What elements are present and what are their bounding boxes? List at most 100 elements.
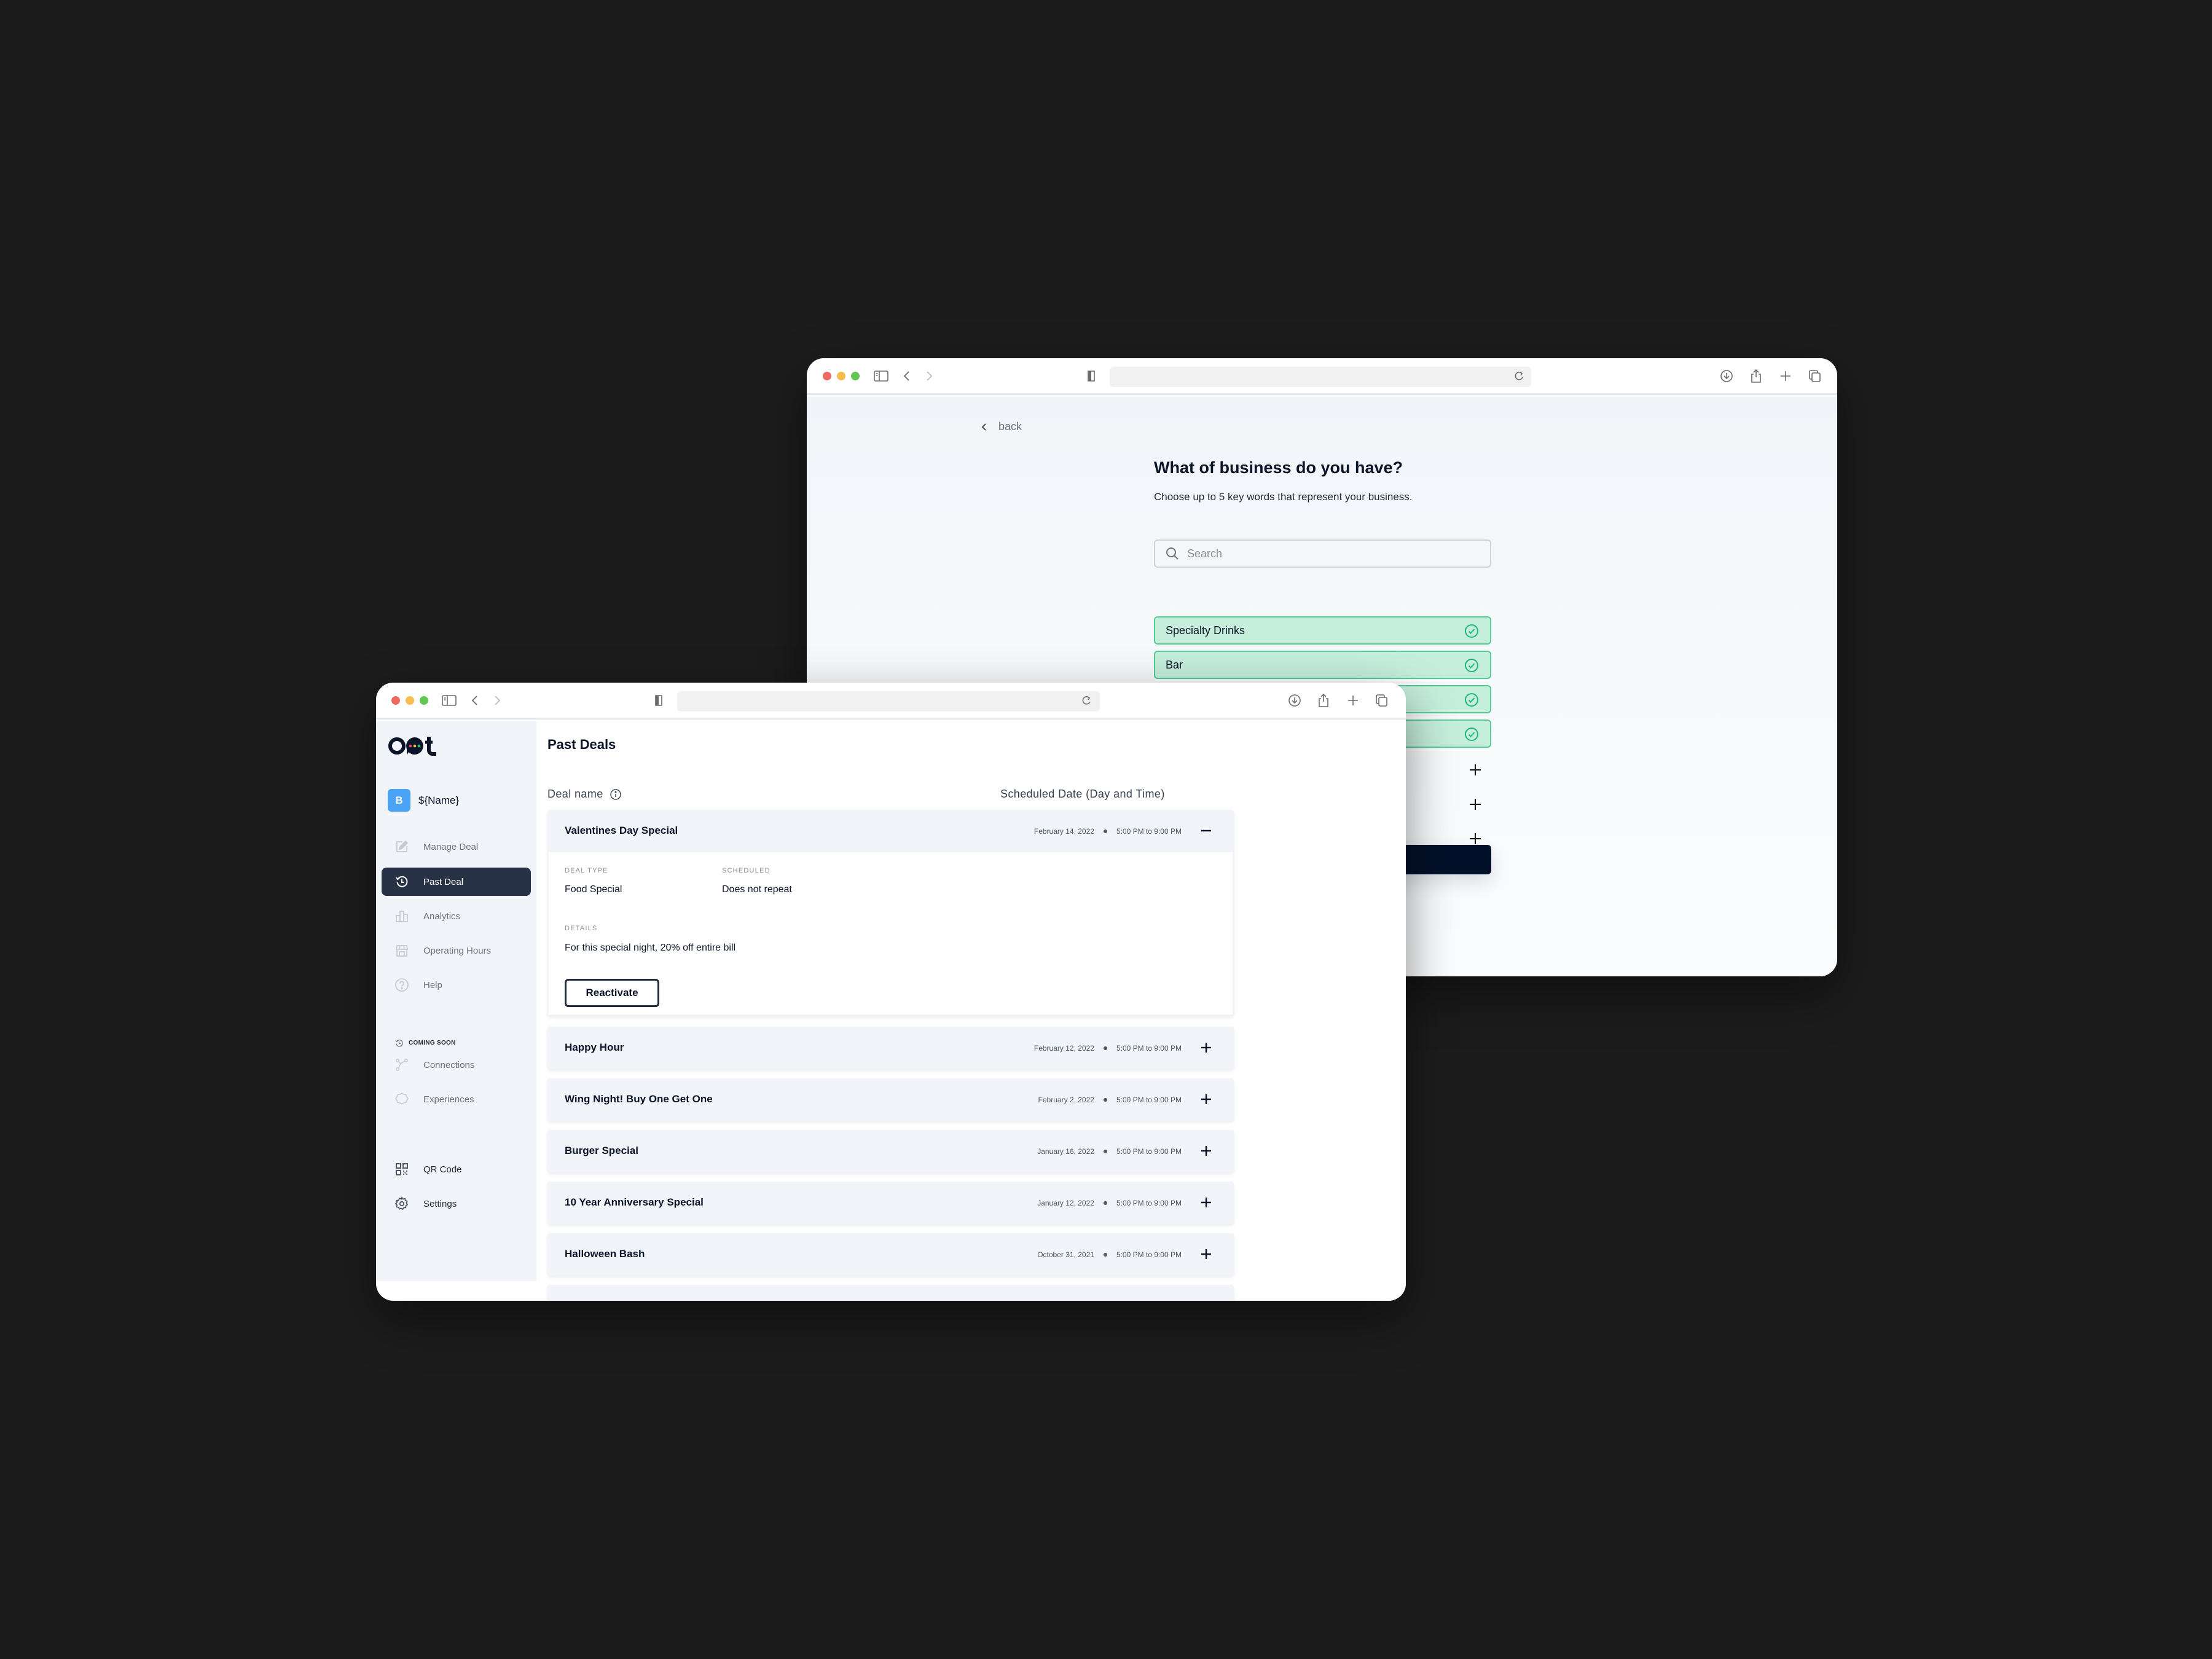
gear-icon xyxy=(394,1196,409,1211)
sidebar-item-operating-hours[interactable]: Operating Hours xyxy=(382,936,531,965)
sidebar-item-settings[interactable]: Settings xyxy=(382,1190,531,1218)
forward-nav-icon[interactable] xyxy=(489,692,505,708)
column-header-scheduled-date: Scheduled Date (Day and Time) xyxy=(1000,788,1165,800)
expand-icon[interactable] xyxy=(1199,1144,1213,1158)
deal-details: DEAL TYPE Food Special SCHEDULED Does no… xyxy=(549,852,1233,1014)
expand-icon[interactable] xyxy=(1199,1247,1213,1261)
sidebar-item-label: QR Code xyxy=(423,1164,462,1175)
question-subtitle: Choose up to 5 key words that represent … xyxy=(1154,491,1413,503)
add-keyword-icon[interactable] xyxy=(1467,762,1483,778)
sidebar-item-label: Past Deal xyxy=(423,876,464,887)
deal-schedule: February 14, 2022 5:00 PM to 9:00 PM xyxy=(1034,827,1182,836)
account-name: ${Name} xyxy=(418,794,460,806)
address-bar[interactable] xyxy=(1110,367,1531,387)
new-tab-icon[interactable] xyxy=(1778,368,1794,384)
deal-schedule: February 12, 2022 5:00 PM to 9:00 PM xyxy=(1034,1044,1182,1053)
download-icon[interactable] xyxy=(1287,692,1303,708)
bar-chart-icon xyxy=(394,909,409,924)
tab-overview-icon[interactable] xyxy=(1807,368,1823,384)
deal-time: 5:00 PM to 9:00 PM xyxy=(1116,1250,1182,1259)
expand-icon[interactable] xyxy=(1199,1041,1213,1054)
expand-icon[interactable] xyxy=(1199,1092,1213,1106)
forward-nav-icon[interactable] xyxy=(921,368,937,384)
sidebar-item-connections[interactable]: Connections xyxy=(382,1051,531,1079)
deal-row[interactable]: Halloween Bash October 31, 2021 5:00 PM t… xyxy=(547,1233,1234,1276)
maximize-window-button[interactable] xyxy=(420,696,428,705)
privacy-shield-icon[interactable] xyxy=(1083,368,1099,384)
deal-date: January 16, 2022 xyxy=(1037,1147,1094,1156)
sidebar-item-manage-deal[interactable]: Manage Deal xyxy=(382,833,531,861)
info-icon[interactable] xyxy=(610,788,622,801)
sidebar-toggle-icon[interactable] xyxy=(441,692,457,708)
app-logo xyxy=(388,737,436,756)
reload-icon[interactable] xyxy=(1513,369,1526,383)
close-window-button[interactable] xyxy=(391,696,400,705)
deal-row[interactable]: 10 Year Anniversary Special January 12, … xyxy=(547,1182,1234,1224)
sidebar-item-experiences[interactable]: Experiences xyxy=(382,1085,531,1113)
details-label: DETAILS xyxy=(565,925,598,932)
tab-overview-icon[interactable] xyxy=(1374,692,1390,708)
deal-name: Happy Hour xyxy=(565,1041,624,1053)
reactivate-button[interactable]: Reactivate xyxy=(565,979,659,1007)
back-link[interactable]: back xyxy=(980,420,1022,433)
deal-name: Halloween Bash xyxy=(565,1248,645,1260)
keyword-chip-selected[interactable]: Specialty Drinks xyxy=(1154,616,1491,645)
sidebar-item-label: Experiences xyxy=(423,1094,474,1105)
keyword-chip-label: Specialty Drinks xyxy=(1166,624,1245,637)
deal-name: Wing Night! Buy One Get One xyxy=(565,1093,713,1105)
separator-dot xyxy=(1103,1253,1107,1257)
qr-code-icon xyxy=(394,1162,409,1177)
sidebar-item-label: Manage Deal xyxy=(423,841,479,852)
connections-icon xyxy=(394,1057,409,1072)
separator-dot xyxy=(1103,830,1107,833)
deal-time: 5:00 PM to 9:00 PM xyxy=(1116,827,1182,836)
check-circle-icon xyxy=(1465,693,1478,707)
keyword-chip-selected[interactable]: Bar xyxy=(1154,651,1491,679)
maximize-window-button[interactable] xyxy=(851,372,860,380)
sidebar-item-qr-code[interactable]: QR Code xyxy=(382,1155,531,1183)
deal-time: 5:00 PM to 9:00 PM xyxy=(1116,1044,1182,1053)
collapse-icon[interactable] xyxy=(1199,824,1213,837)
deal-row[interactable]: Burger Special January 16, 2022 5:00 PM t… xyxy=(547,1130,1234,1172)
address-bar[interactable] xyxy=(677,691,1100,712)
separator-dot xyxy=(1103,1201,1107,1205)
history-icon xyxy=(394,874,409,889)
deal-row[interactable]: Wing Night! Buy One Get One February 2, … xyxy=(547,1078,1234,1121)
deal-row[interactable]: Happy Hour February 12, 2022 5:00 PM to 9… xyxy=(547,1027,1234,1069)
privacy-shield-icon[interactable] xyxy=(651,692,667,708)
add-keyword-icon[interactable] xyxy=(1467,796,1483,812)
sidebar-item-help[interactable]: Help xyxy=(382,971,531,999)
share-icon[interactable] xyxy=(1316,692,1332,708)
sidebar-item-label: Settings xyxy=(423,1198,457,1209)
back-nav-icon[interactable] xyxy=(899,368,915,384)
check-circle-icon xyxy=(1465,728,1478,741)
minimize-window-button[interactable] xyxy=(837,372,845,380)
experiences-icon xyxy=(394,1092,409,1107)
expand-icon[interactable] xyxy=(1199,1196,1213,1209)
share-icon[interactable] xyxy=(1748,368,1764,384)
sidebar-item-analytics[interactable]: Analytics xyxy=(382,902,531,930)
deal-type-label: DEAL TYPE xyxy=(565,867,608,874)
sidebar-item-label: Operating Hours xyxy=(423,945,492,956)
account-switcher[interactable]: B ${Name} xyxy=(388,789,459,812)
reload-icon[interactable] xyxy=(1080,694,1094,707)
deal-row-header[interactable]: Valentines Day Special February 14, 2022… xyxy=(547,810,1234,852)
back-nav-icon[interactable] xyxy=(467,692,483,708)
coming-soon-section-label: COMING SOON xyxy=(394,1038,456,1048)
download-icon[interactable] xyxy=(1719,368,1735,384)
deal-time: 5:00 PM to 9:00 PM xyxy=(1116,1096,1182,1104)
deal-row-partial[interactable] xyxy=(547,1285,1234,1301)
deal-time: 5:00 PM to 9:00 PM xyxy=(1116,1199,1182,1207)
sidebar-item-past-deal[interactable]: Past Deal xyxy=(382,868,531,896)
back-link-label: back xyxy=(998,420,1022,433)
page-title: Past Deals xyxy=(547,737,616,752)
scheduled-value: Does not repeat xyxy=(722,884,792,895)
search-input[interactable] xyxy=(1187,547,1482,560)
keyword-search[interactable] xyxy=(1154,539,1491,568)
sidebar-toggle-icon[interactable] xyxy=(873,368,889,384)
new-tab-icon[interactable] xyxy=(1345,692,1361,708)
minimize-window-button[interactable] xyxy=(406,696,414,705)
close-window-button[interactable] xyxy=(823,372,831,380)
sidebar-item-label: Help xyxy=(423,979,442,990)
browser-toolbar xyxy=(376,683,1406,720)
